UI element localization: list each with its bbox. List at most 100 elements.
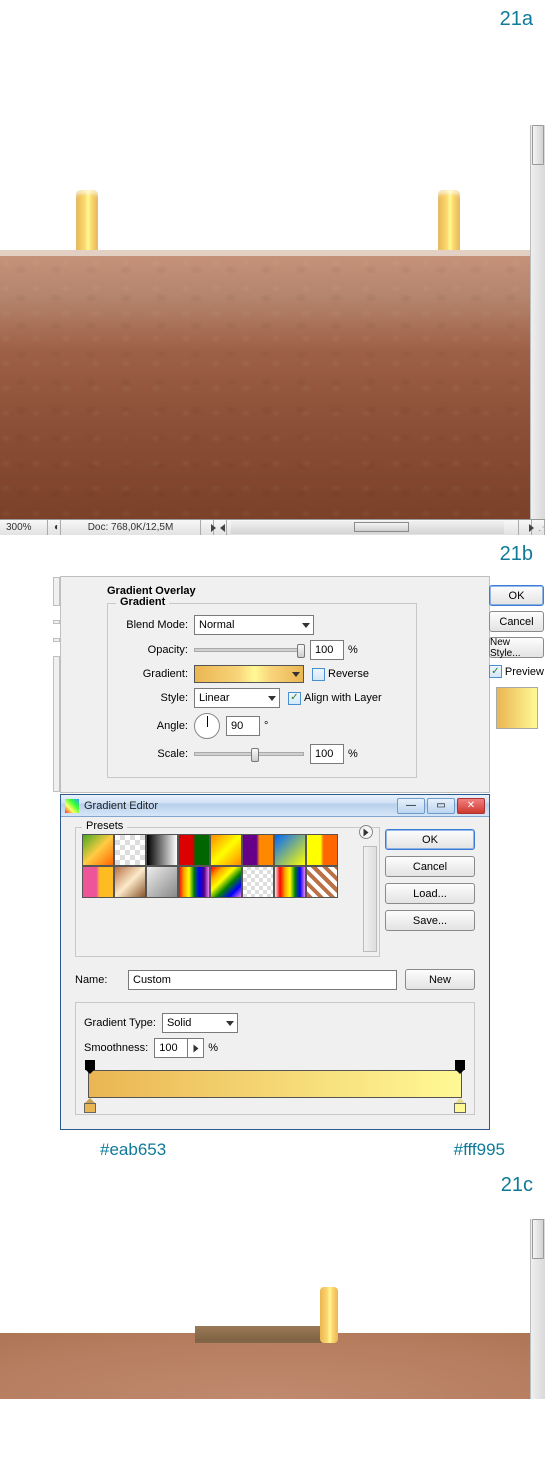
- minimize-button[interactable]: —: [397, 798, 425, 814]
- layer-style-buttons: OK Cancel New Style... Preview: [489, 585, 544, 733]
- preset-swatch[interactable]: [274, 834, 306, 866]
- opacity-stop-right[interactable]: [455, 1060, 465, 1070]
- titlebar[interactable]: Gradient Editor — ▭ ✕: [61, 795, 489, 817]
- preset-swatch[interactable]: [146, 834, 178, 866]
- smoothness-label: Smoothness:: [84, 1042, 154, 1054]
- preset-swatch[interactable]: [306, 866, 338, 898]
- opacity-input[interactable]: 100: [310, 640, 344, 660]
- angle-dial[interactable]: [194, 713, 220, 739]
- gold-clip-21c: [320, 1287, 338, 1343]
- brown-bar: [195, 1326, 335, 1343]
- hscroll-left[interactable]: [214, 520, 227, 535]
- maximize-button[interactable]: ▭: [427, 798, 455, 814]
- preset-swatch[interactable]: [82, 866, 114, 898]
- gradient-type-box: Gradient Type: Solid Smoothness: 100 %: [75, 1002, 475, 1115]
- gradient-fieldset: Gradient Blend Mode: Normal Opacity: 100…: [107, 603, 417, 778]
- gradient-picker[interactable]: [194, 665, 304, 683]
- color-annotations: #eab653 #fff995: [60, 1130, 545, 1160]
- reverse-label: Reverse: [328, 668, 369, 680]
- gradient-bar[interactable]: [88, 1070, 462, 1098]
- horizontal-scrollbar[interactable]: [231, 521, 504, 534]
- presets-box: Presets: [75, 827, 380, 957]
- presets-menu-icon[interactable]: [359, 825, 373, 839]
- reverse-checkbox[interactable]: [312, 668, 325, 681]
- style-dropdown[interactable]: Linear: [194, 688, 280, 708]
- hex-left: #eab653: [100, 1140, 166, 1160]
- status-icon[interactable]: ◐: [48, 520, 61, 535]
- preset-swatch[interactable]: [306, 834, 338, 866]
- name-input[interactable]: Custom: [128, 970, 397, 990]
- gradient-editor-window: Gradient Editor — ▭ ✕ Presets: [60, 794, 490, 1130]
- doc-size: Doc: 768,0K/12,5M: [61, 520, 201, 535]
- preset-swatch[interactable]: [114, 834, 146, 866]
- opacity-label: Opacity:: [116, 644, 194, 656]
- style-label: Style:: [116, 692, 194, 704]
- new-style-button[interactable]: New Style...: [489, 637, 544, 658]
- step-label-21c: 21c: [0, 1166, 545, 1201]
- ok-button[interactable]: OK: [489, 585, 544, 606]
- color-stop-left[interactable]: [84, 1098, 96, 1112]
- gradient-type-label: Gradient Type:: [84, 1017, 162, 1029]
- dialogs-area: Gradient Overlay Gradient Blend Mode: No…: [0, 570, 545, 1166]
- presets-label: Presets: [82, 820, 127, 832]
- preset-swatch[interactable]: [274, 866, 306, 898]
- gradient-label: Gradient:: [116, 668, 194, 680]
- window-title: Gradient Editor: [84, 800, 397, 812]
- editor-cancel-button[interactable]: Cancel: [385, 856, 475, 877]
- preset-swatch[interactable]: [114, 866, 146, 898]
- cancel-button[interactable]: Cancel: [489, 611, 544, 632]
- hscroll-right[interactable]: [518, 520, 532, 535]
- smoothness-stepper[interactable]: [188, 1038, 204, 1058]
- preset-swatch[interactable]: [210, 834, 242, 866]
- presets-scrollbar[interactable]: [363, 846, 377, 952]
- gradient-overlay-panel: Gradient Overlay Gradient Blend Mode: No…: [60, 576, 490, 793]
- smoothness-input[interactable]: 100: [154, 1038, 188, 1058]
- preset-swatch[interactable]: [242, 834, 274, 866]
- blend-mode-dropdown[interactable]: Normal: [194, 615, 314, 635]
- leather-texture: [0, 250, 530, 525]
- gradient-fieldset-legend: Gradient: [116, 596, 169, 608]
- doc-size-menu[interactable]: [201, 520, 214, 535]
- preset-swatch[interactable]: [82, 834, 114, 866]
- color-stop-right[interactable]: [454, 1098, 466, 1112]
- step-label-21b: 21b: [0, 535, 545, 570]
- status-bar: 300% ◐ Doc: 768,0K/12,5M ⋰: [0, 519, 545, 535]
- canvas-21c: [0, 1219, 545, 1399]
- editor-ok-button[interactable]: OK: [385, 829, 475, 850]
- gold-clip-left: [76, 190, 98, 258]
- angle-input[interactable]: 90: [226, 716, 260, 736]
- scale-input[interactable]: 100: [310, 744, 344, 764]
- opacity-stop-left[interactable]: [85, 1060, 95, 1070]
- vertical-scrollbar-2[interactable]: [530, 1219, 545, 1399]
- angle-label: Angle:: [116, 720, 194, 732]
- preset-swatch[interactable]: [242, 866, 274, 898]
- scale-slider[interactable]: [194, 752, 304, 756]
- opacity-slider[interactable]: [194, 648, 304, 652]
- preset-swatch[interactable]: [178, 834, 210, 866]
- preset-swatch[interactable]: [210, 866, 242, 898]
- preview-label: Preview: [505, 666, 544, 678]
- preview-checkbox[interactable]: [489, 665, 502, 678]
- zoom-level[interactable]: 300%: [0, 520, 48, 535]
- preset-swatch[interactable]: [146, 866, 178, 898]
- degree-sign: °: [264, 720, 268, 732]
- editor-load-button[interactable]: Load...: [385, 883, 475, 904]
- editor-save-button[interactable]: Save...: [385, 910, 475, 931]
- scale-label: Scale:: [116, 748, 194, 760]
- close-button[interactable]: ✕: [457, 798, 485, 814]
- percent-sign: %: [348, 644, 358, 656]
- resize-grip[interactable]: ⋰: [532, 520, 545, 535]
- app-icon: [65, 799, 79, 813]
- vertical-scrollbar[interactable]: [530, 125, 545, 535]
- align-layer-checkbox[interactable]: [288, 692, 301, 705]
- hex-right: #fff995: [454, 1140, 505, 1160]
- percent-sign-3: %: [208, 1042, 218, 1054]
- new-button[interactable]: New: [405, 969, 475, 990]
- align-layer-label: Align with Layer: [304, 692, 382, 704]
- blend-mode-label: Blend Mode:: [116, 619, 194, 631]
- gradient-type-dropdown[interactable]: Solid: [162, 1013, 238, 1033]
- preview-swatch: [496, 687, 538, 729]
- preset-swatch[interactable]: [178, 866, 210, 898]
- percent-sign-2: %: [348, 748, 358, 760]
- step-label-21a: 21a: [0, 0, 545, 35]
